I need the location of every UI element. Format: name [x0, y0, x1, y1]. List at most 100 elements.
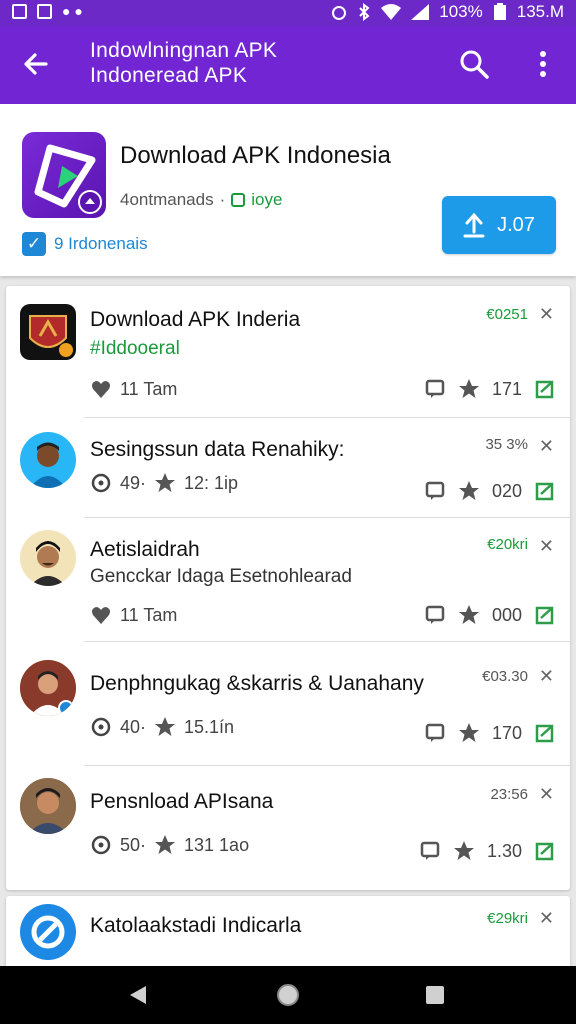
- system-nav-bar: [0, 966, 576, 1024]
- list-item[interactable]: Denphngukag &skarris & Uanahany €03.30 ✕…: [6, 642, 570, 766]
- item-title: Sesingssun data Renahiky:: [90, 438, 345, 461]
- heart-icon: [92, 607, 110, 624]
- share-icon[interactable]: [534, 378, 556, 400]
- item-time: €03.30: [482, 668, 528, 685]
- category-icon: [231, 193, 246, 207]
- star-icon[interactable]: [458, 480, 480, 502]
- item-subtitle: #Iddooeral: [90, 338, 180, 359]
- wifi-icon: [381, 4, 402, 20]
- checkbox-icon[interactable]: ✓: [22, 232, 46, 256]
- close-icon[interactable]: ✕: [539, 908, 554, 929]
- category-label: ioye: [251, 190, 283, 209]
- download-button[interactable]: J.07: [442, 196, 556, 254]
- verified-label: 9 Irdonenais: [54, 234, 148, 253]
- item-subtitle: Gencckar Idaga Esetnohlearad: [90, 566, 352, 587]
- search-icon[interactable]: [456, 46, 492, 82]
- feed-card-2[interactable]: Katolaakstadi Indicarla €29kri ✕: [6, 896, 570, 976]
- star-icon: [155, 835, 176, 854]
- item-rating: 170: [491, 722, 522, 743]
- clock-icon: [91, 473, 111, 493]
- star-icon[interactable]: [458, 378, 480, 400]
- close-icon[interactable]: ✕: [539, 536, 554, 557]
- share-icon[interactable]: [534, 480, 556, 502]
- comment-icon[interactable]: [424, 480, 446, 502]
- item-rating: 171: [491, 378, 522, 399]
- item-stat-2: 131 1ao: [184, 834, 250, 855]
- nav-home-icon[interactable]: [273, 980, 303, 1010]
- download-count: 4ontmanads: [120, 190, 214, 209]
- nav-recents-icon[interactable]: [420, 980, 450, 1010]
- app-bar: Indowlningnan APK Indoneread APK: [0, 26, 576, 104]
- list-item[interactable]: Aetislaidrah Gencckar Idaga Esetnohleara…: [6, 518, 570, 642]
- clock-text: 135.M: [516, 2, 564, 21]
- item-rating: 000: [491, 604, 522, 625]
- list-item[interactable]: Pensnload APIsana 23:56 ✕ 50· 131 1ao 1.…: [6, 766, 570, 890]
- close-icon[interactable]: ✕: [539, 666, 554, 687]
- item-stat: 40·: [120, 716, 147, 737]
- item-stat-2: 15.1ín: [184, 716, 235, 737]
- star-icon: [155, 717, 176, 736]
- item-time: €29kri: [487, 910, 528, 927]
- item-title: Pensnload APIsana: [90, 790, 274, 813]
- user-avatar: [20, 660, 76, 716]
- close-icon[interactable]: ✕: [539, 784, 554, 805]
- close-icon[interactable]: ✕: [539, 304, 554, 325]
- more-vert-icon[interactable]: [528, 46, 558, 82]
- user-avatar: [20, 778, 76, 834]
- signal-icon: [411, 4, 430, 20]
- item-time: €0251: [486, 306, 528, 323]
- comment-icon[interactable]: [419, 840, 441, 862]
- comment-icon[interactable]: [424, 378, 446, 400]
- item-stat: 49·: [120, 472, 147, 493]
- star-icon: [155, 473, 176, 492]
- comment-icon[interactable]: [424, 604, 446, 626]
- image-icon: [12, 3, 27, 19]
- app-avatar: [20, 904, 76, 960]
- share-icon[interactable]: [534, 840, 556, 862]
- upload-icon: [463, 212, 485, 238]
- item-title: Download APK Inderia: [90, 308, 301, 331]
- clock-icon: [91, 717, 111, 737]
- item-rating: 1.30: [486, 840, 522, 861]
- verified-row: ✓ 9 Irdonenais: [22, 232, 148, 256]
- heart-icon: [92, 381, 110, 398]
- item-time: €20kri: [487, 536, 528, 553]
- photo-icon: [37, 3, 52, 19]
- item-title: Katolaakstadi Indicarla: [90, 914, 302, 937]
- list-item[interactable]: Download APK Inderia #Iddooeral €0251 ✕ …: [6, 286, 570, 418]
- list-item[interactable]: Sesingssun data Renahiky: 35 3% ✕ 49· 12…: [6, 418, 570, 518]
- item-stat-2: 12: 1ip: [184, 472, 239, 493]
- star-icon[interactable]: [453, 840, 475, 862]
- download-button-label: J.07: [497, 213, 535, 236]
- nav-back-icon[interactable]: [124, 980, 154, 1010]
- share-icon[interactable]: [534, 722, 556, 744]
- item-title: Denphngukag &skarris & Uanahany: [90, 672, 424, 695]
- item-time: 35 3%: [485, 436, 528, 453]
- star-icon[interactable]: [458, 722, 480, 744]
- bluetooth-icon: [359, 3, 370, 21]
- star-icon[interactable]: [458, 604, 480, 626]
- item-stat: 50·: [120, 834, 147, 855]
- battery-percent: 103%: [439, 2, 483, 21]
- share-icon[interactable]: [534, 604, 556, 626]
- item-rating: 020: [491, 480, 522, 501]
- back-arrow-icon[interactable]: [18, 46, 54, 82]
- app-header-card: Download APK Indonesia 4ontmanads · ioye…: [0, 104, 576, 276]
- comment-icon[interactable]: [424, 722, 446, 744]
- app-meta: 4ontmanads · ioye: [120, 190, 283, 209]
- page-title: Indowlningnan APK Indoneread APK: [90, 38, 277, 88]
- title-line-2: Indoneread APK: [90, 64, 248, 87]
- close-icon[interactable]: ✕: [539, 436, 554, 457]
- user-avatar: [20, 530, 76, 586]
- clock-icon: [91, 835, 111, 855]
- item-stat: 11 Tam: [120, 604, 178, 625]
- status-bar: ● ● 103% 135.M: [0, 0, 576, 26]
- app-name: Download APK Indonesia: [120, 142, 391, 169]
- battery-icon: [493, 3, 506, 20]
- item-stat: 11 Tam: [120, 378, 178, 399]
- user-avatar: [20, 432, 76, 488]
- item-title: Aetislaidrah: [90, 538, 200, 561]
- item-time: 23:56: [490, 786, 528, 803]
- app-avatar: [20, 304, 76, 360]
- app-logo: [22, 132, 106, 218]
